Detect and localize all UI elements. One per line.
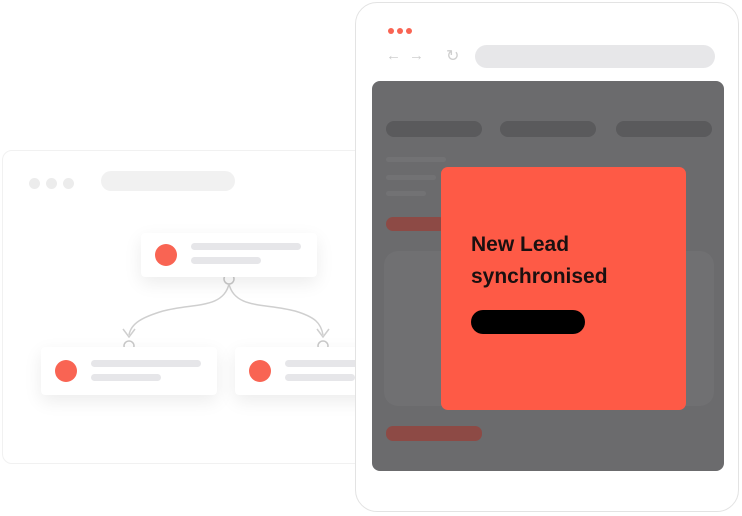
page-content-overlay: New Lead synchronised: [372, 81, 724, 471]
workflow-node-trigger: [141, 233, 317, 277]
node-status-dot: [55, 360, 77, 382]
address-bar[interactable]: [475, 45, 715, 68]
menu-dot: [388, 28, 394, 34]
button-placeholder: [386, 217, 446, 231]
node-status-dot: [155, 244, 177, 266]
browser-window: ← → ↻ New Lead synchronised: [355, 2, 739, 512]
node-subtitle-placeholder: [91, 374, 161, 381]
notification-title: New Lead synchronised: [471, 229, 671, 293]
node-subtitle-placeholder: [285, 374, 355, 381]
menu-dot: [397, 28, 403, 34]
illustration: ← → ↻ New Lead synchronised: [0, 0, 742, 516]
navigation-arrows: ← →: [386, 47, 424, 65]
text-placeholder: [386, 191, 426, 196]
notification-action-button[interactable]: [471, 310, 585, 334]
arrow-left-icon[interactable]: ←: [386, 47, 401, 65]
node-title-placeholder: [91, 360, 201, 367]
menu-dot: [406, 28, 412, 34]
connector-path-right: [228, 283, 324, 336]
tab-placeholder: [616, 121, 712, 137]
reload-icon[interactable]: ↻: [446, 48, 459, 66]
text-placeholder: [386, 175, 436, 180]
node-title-placeholder: [191, 243, 301, 250]
arrow-right-icon[interactable]: →: [409, 47, 424, 65]
text-placeholder: [386, 157, 446, 162]
notification-title-line2: synchronised: [471, 265, 608, 288]
node-status-dot: [249, 360, 271, 382]
tab-placeholder: [386, 121, 482, 137]
connector-path-left: [128, 283, 230, 336]
tab-placeholder: [500, 121, 596, 137]
lead-sync-notification: New Lead synchronised: [441, 167, 686, 410]
workflow-node-left: [41, 347, 217, 395]
notification-title-line1: New Lead: [471, 233, 570, 256]
node-subtitle-placeholder: [191, 257, 261, 264]
three-dots-icon[interactable]: [388, 28, 412, 34]
button-placeholder: [386, 426, 482, 441]
